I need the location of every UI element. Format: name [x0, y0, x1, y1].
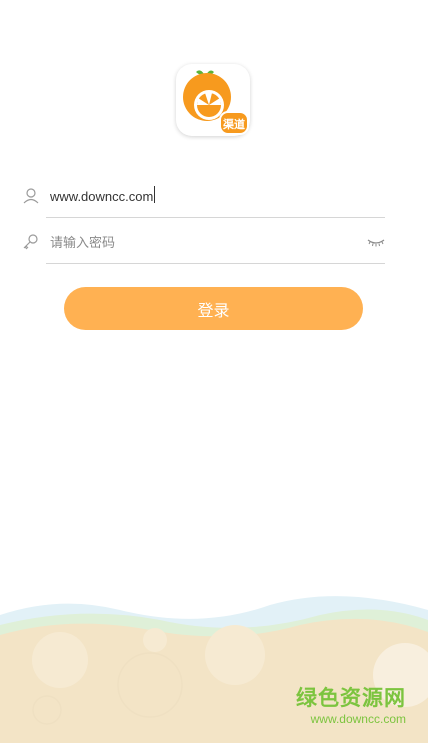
username-field[interactable]	[22, 178, 385, 218]
logo-badge-text: 渠道	[223, 117, 245, 131]
text-caret	[154, 186, 155, 203]
orange-logo-icon: 渠道	[183, 70, 249, 135]
password-field[interactable]	[22, 224, 385, 264]
username-underline	[46, 217, 385, 218]
password-underline	[46, 263, 385, 264]
password-input[interactable]	[50, 228, 350, 256]
watermark-brand: 绿色资源网	[296, 687, 406, 710]
watermark: 绿色资源网 www.downcc.com	[296, 687, 406, 727]
login-button[interactable]: 登录	[64, 287, 363, 330]
app-logo: 渠道	[176, 64, 250, 136]
watermark-url: www.downcc.com	[310, 712, 406, 726]
user-icon	[22, 187, 40, 205]
key-icon	[22, 233, 40, 251]
username-input[interactable]	[50, 182, 350, 210]
eye-closed-icon[interactable]	[367, 235, 385, 247]
